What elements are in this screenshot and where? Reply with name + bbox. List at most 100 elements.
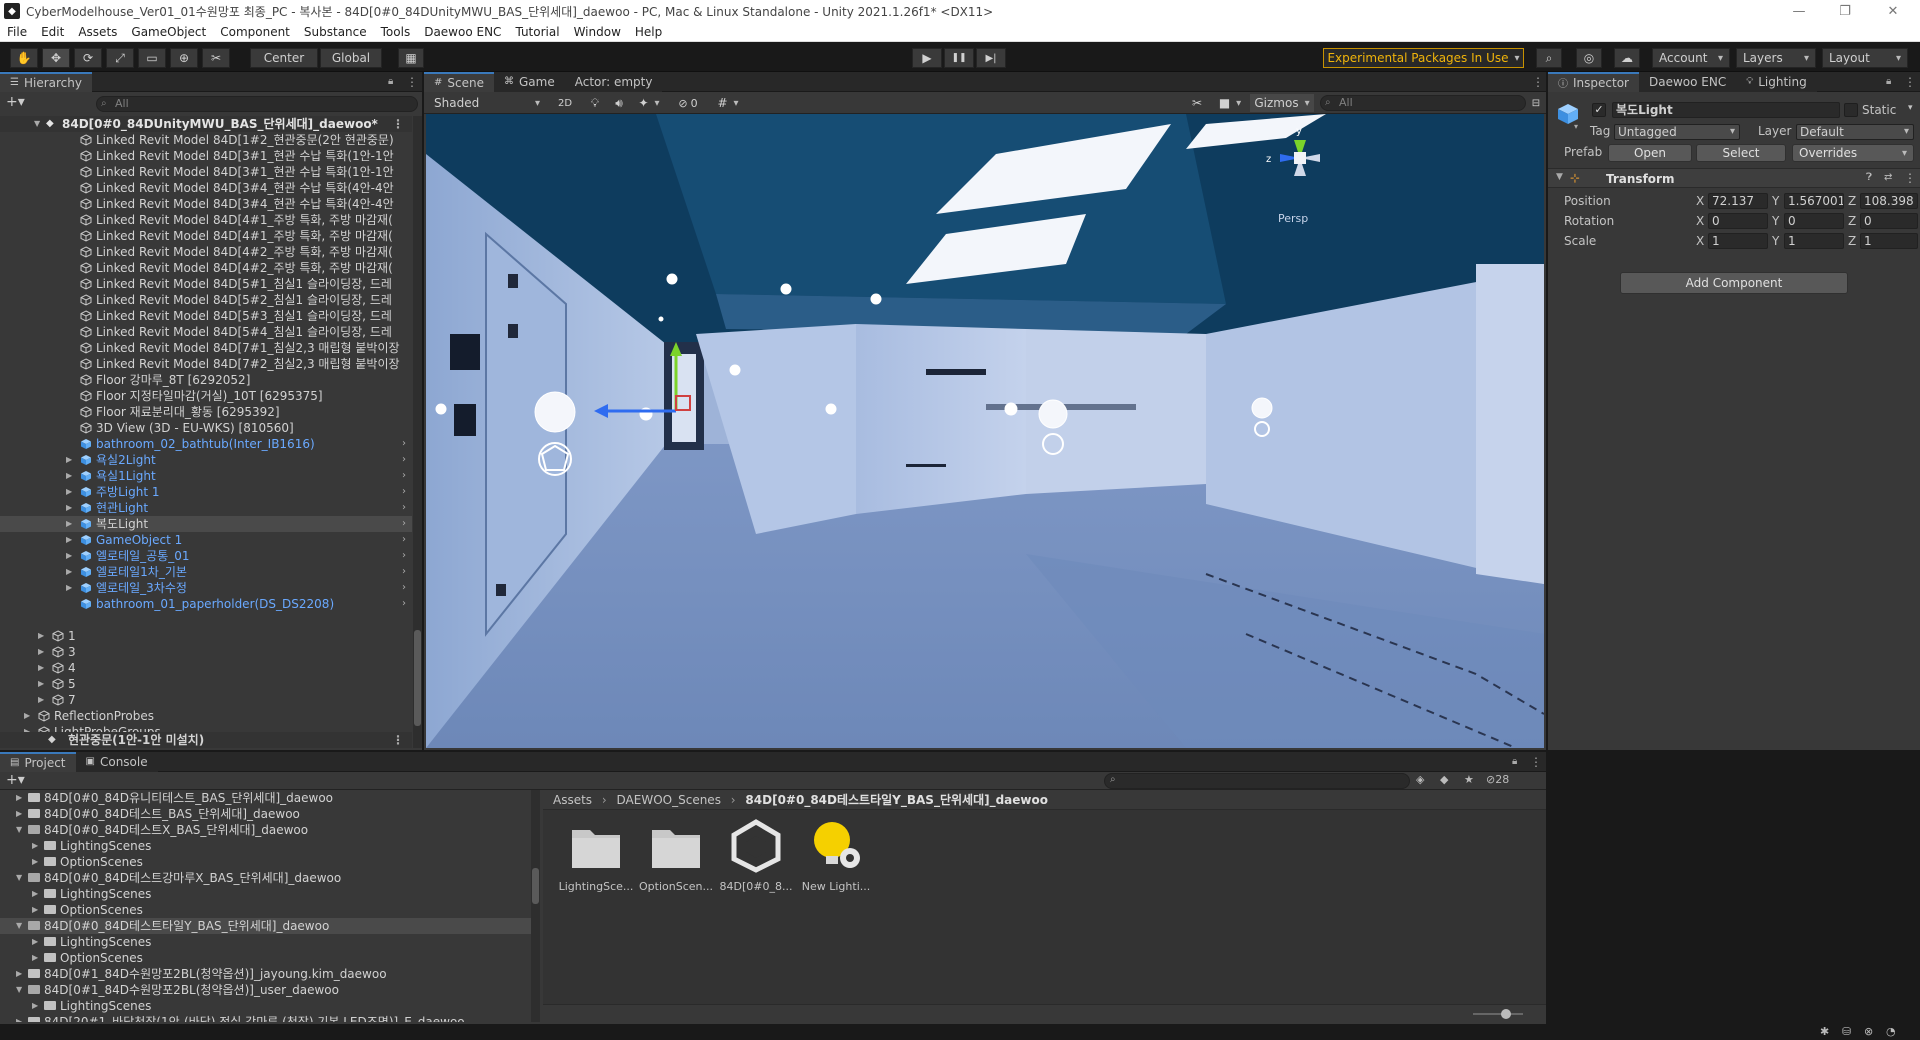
menu-component[interactable]: Component [213, 25, 297, 39]
hierarchy-item[interactable]: Linked Revit Model 84D[5#1_침실1 슬라이딩장, 드레 [0, 276, 412, 292]
project-folder-item[interactable]: ▶ 84D[0#0_84D유니티테스트_BAS_단위세대]_daewoo [0, 790, 540, 806]
project-tree-scroll-thumb[interactable] [532, 868, 539, 904]
progress-icon[interactable]: ◔ [1886, 1025, 1896, 1038]
custom-tool-icon[interactable]: ✂ [202, 48, 230, 68]
collapse-arrow-icon[interactable]: ▼ [1556, 172, 1563, 182]
shading-mode-dropdown[interactable]: Shaded [428, 94, 546, 112]
expand-arrow-icon[interactable]: ▶ [66, 468, 76, 484]
tab-lighting[interactable]: 💡︎ Lighting [1736, 71, 1817, 92]
asset-item-folder[interactable]: LightingSce... [555, 818, 637, 893]
expand-arrow-icon[interactable]: ▶ [32, 902, 42, 918]
debug-bug-icon[interactable]: ✱ [1820, 1025, 1829, 1038]
open-prefab-arrow-icon[interactable]: › [402, 564, 406, 580]
collab-icon[interactable]: ◎ [1576, 48, 1602, 68]
expand-arrow-icon[interactable]: ▶ [66, 484, 76, 500]
expand-arrow-icon[interactable]: ▶ [16, 790, 26, 806]
experimental-packages-button[interactable]: Experimental Packages In Use [1323, 48, 1524, 68]
project-folder-item[interactable]: ▼ 84D[0#0_84D테스트타일Y_BAS_단위세대]_daewoo [0, 918, 540, 934]
project-folder-item[interactable]: ▶ 84D[20#1_바닥천장(1안-(바닥) 전실 강마루 (천장) 기본 LE… [0, 1014, 540, 1022]
slider-thumb[interactable] [1501, 1009, 1511, 1019]
pause-button[interactable]: ❚❚ [944, 48, 974, 68]
scale-y-field[interactable]: 1 [1784, 233, 1844, 249]
transform-tool-icon[interactable]: ⊕ [170, 48, 198, 68]
project-folder-item[interactable]: ▼ 84D[0#1_84D수원망포2BL(청약옵션)]_user_daewoo [0, 982, 540, 998]
kebab-menu-icon[interactable]: ⋮ [1530, 755, 1542, 769]
hierarchy-item[interactable]: ▶ ReflectionProbes [0, 708, 412, 724]
lock-icon[interactable]: 🔒︎ [1886, 76, 1891, 87]
hierarchy-item[interactable]: bathroom_01_paperholder(DS_DS2208) › [0, 596, 412, 612]
scale-z-field[interactable]: 1 [1860, 233, 1918, 249]
asset-item-lighting[interactable]: New Lighti... [795, 818, 877, 893]
hierarchy-item[interactable]: ▶ 엘로테일1차_기본 › [0, 564, 412, 580]
rotation-x-field[interactable]: 0 [1708, 213, 1768, 229]
hierarchy-item[interactable]: ▶ GameObject 1 › [0, 532, 412, 548]
hierarchy-item[interactable]: ▶ 현관Light › [0, 500, 412, 516]
hierarchy-item[interactable]: Linked Revit Model 84D[7#1_침실2,3 매립형 붙박이… [0, 340, 412, 356]
open-prefab-arrow-icon[interactable]: › [402, 548, 406, 564]
project-folder-item[interactable]: ▶ LightingScenes [0, 934, 540, 950]
hierarchy-item[interactable]: Linked Revit Model 84D[1#2_현관중문(2안 현관중문) [0, 132, 412, 148]
expand-arrow-icon[interactable]: ▶ [16, 966, 26, 982]
prefab-overrides-dropdown[interactable]: Overrides [1792, 144, 1914, 162]
menu-help[interactable]: Help [628, 25, 669, 39]
project-folder-item[interactable]: ▶ 84D[0#1_84D수원망포2BL(청약옵션)]_jayoung.kim_d… [0, 966, 540, 982]
expand-arrow-icon[interactable]: ▶ [32, 998, 42, 1014]
expand-arrow-icon[interactable]: ▶ [32, 934, 42, 950]
perspective-label[interactable]: Persp [1278, 212, 1308, 225]
hierarchy-scrollbar[interactable] [413, 116, 422, 748]
tab-hierarchy[interactable]: ☰ Hierarchy [0, 71, 92, 92]
transform-component-header[interactable]: ▼ ⊹ Transform ❓︎ ⇄ ⋮ [1548, 168, 1920, 188]
menu-tutorial[interactable]: Tutorial [508, 25, 566, 39]
menu-tools[interactable]: Tools [374, 25, 418, 39]
lighting-toggle-icon[interactable]: 💡︎ [584, 94, 606, 112]
audio-toggle-icon[interactable]: 🔊︎ [608, 94, 630, 112]
rotation-z-field[interactable]: 0 [1860, 213, 1918, 229]
static-checkbox[interactable] [1844, 103, 1858, 117]
tab-project[interactable]: ▤ Project [0, 751, 76, 772]
icon-size-slider[interactable] [1473, 1009, 1523, 1019]
rotation-y-field[interactable]: 0 [1784, 213, 1844, 229]
dropdown-arrow-icon[interactable]: ▾ [1574, 122, 1578, 131]
prefab-open-button[interactable]: Open [1608, 144, 1692, 162]
filter-by-label-icon[interactable]: ◆ [1440, 773, 1448, 786]
tools-icon[interactable]: ✂ [1186, 94, 1208, 112]
help-icon[interactable]: ❓︎ [1866, 172, 1872, 183]
position-y-field[interactable]: 1.567001 [1784, 193, 1844, 209]
expand-arrow-icon[interactable]: ▼ [34, 116, 44, 132]
expand-arrow-icon[interactable]: ▼ [16, 982, 26, 998]
expand-arrow-icon[interactable]: ▶ [66, 564, 76, 580]
expand-arrow-icon[interactable]: ▶ [66, 532, 76, 548]
position-x-field[interactable]: 72.137 [1708, 193, 1768, 209]
open-prefab-arrow-icon[interactable]: › [402, 468, 406, 484]
minimize-button[interactable]: — [1776, 0, 1822, 22]
hierarchy-scroll-thumb[interactable] [414, 630, 421, 726]
project-tree-scrollbar[interactable] [531, 790, 540, 1022]
hierarchy-item[interactable]: Linked Revit Model 84D[7#2_침실2,3 매립형 붙박이… [0, 356, 412, 372]
expand-arrow-icon[interactable]: ▶ [66, 500, 76, 516]
project-search-input[interactable]: ⌕ [1104, 773, 1410, 789]
camera-icon[interactable]: ■ [1212, 94, 1248, 112]
expand-arrow-icon[interactable]: ▶ [66, 548, 76, 564]
open-prefab-arrow-icon[interactable]: › [402, 436, 406, 452]
scale-x-field[interactable]: 1 [1708, 233, 1768, 249]
scene-search-input[interactable]: ⌕ All [1320, 95, 1526, 111]
expand-arrow-icon[interactable]: ▶ [32, 854, 42, 870]
hierarchy-item[interactable]: ▶ 1 [0, 628, 412, 644]
hierarchy-item[interactable]: Linked Revit Model 84D[4#2_주방 특화, 주방 마감재… [0, 260, 412, 276]
menu-assets[interactable]: Assets [71, 25, 124, 39]
kebab-menu-icon[interactable]: ⋮ [1532, 75, 1544, 89]
scene-kebab-icon[interactable]: ⋮ [392, 732, 404, 748]
hierarchy-item[interactable]: Linked Revit Model 84D[4#1_주방 특화, 주방 마감재… [0, 212, 412, 228]
open-prefab-arrow-icon[interactable]: › [402, 532, 406, 548]
expand-arrow-icon[interactable]: ▶ [16, 806, 26, 822]
account-dropdown[interactable]: Account [1652, 48, 1730, 68]
filter-by-type-icon[interactable]: ◈ [1416, 773, 1424, 786]
expand-arrow-icon[interactable]: ▶ [32, 950, 42, 966]
expand-arrow-icon[interactable]: ▶ [66, 580, 76, 596]
pivot-global-button[interactable]: Global [320, 48, 382, 68]
expand-arrow-icon[interactable]: ▼ [16, 918, 26, 934]
hierarchy-item[interactable]: ▶ 5 [0, 676, 412, 692]
hierarchy-item[interactable]: Linked Revit Model 84D[5#2_침실1 슬라이딩장, 드레 [0, 292, 412, 308]
hierarchy-item[interactable]: Floor 강마루_8T [6292052] [0, 372, 412, 388]
add-object-icon[interactable]: +▾ [6, 94, 25, 110]
